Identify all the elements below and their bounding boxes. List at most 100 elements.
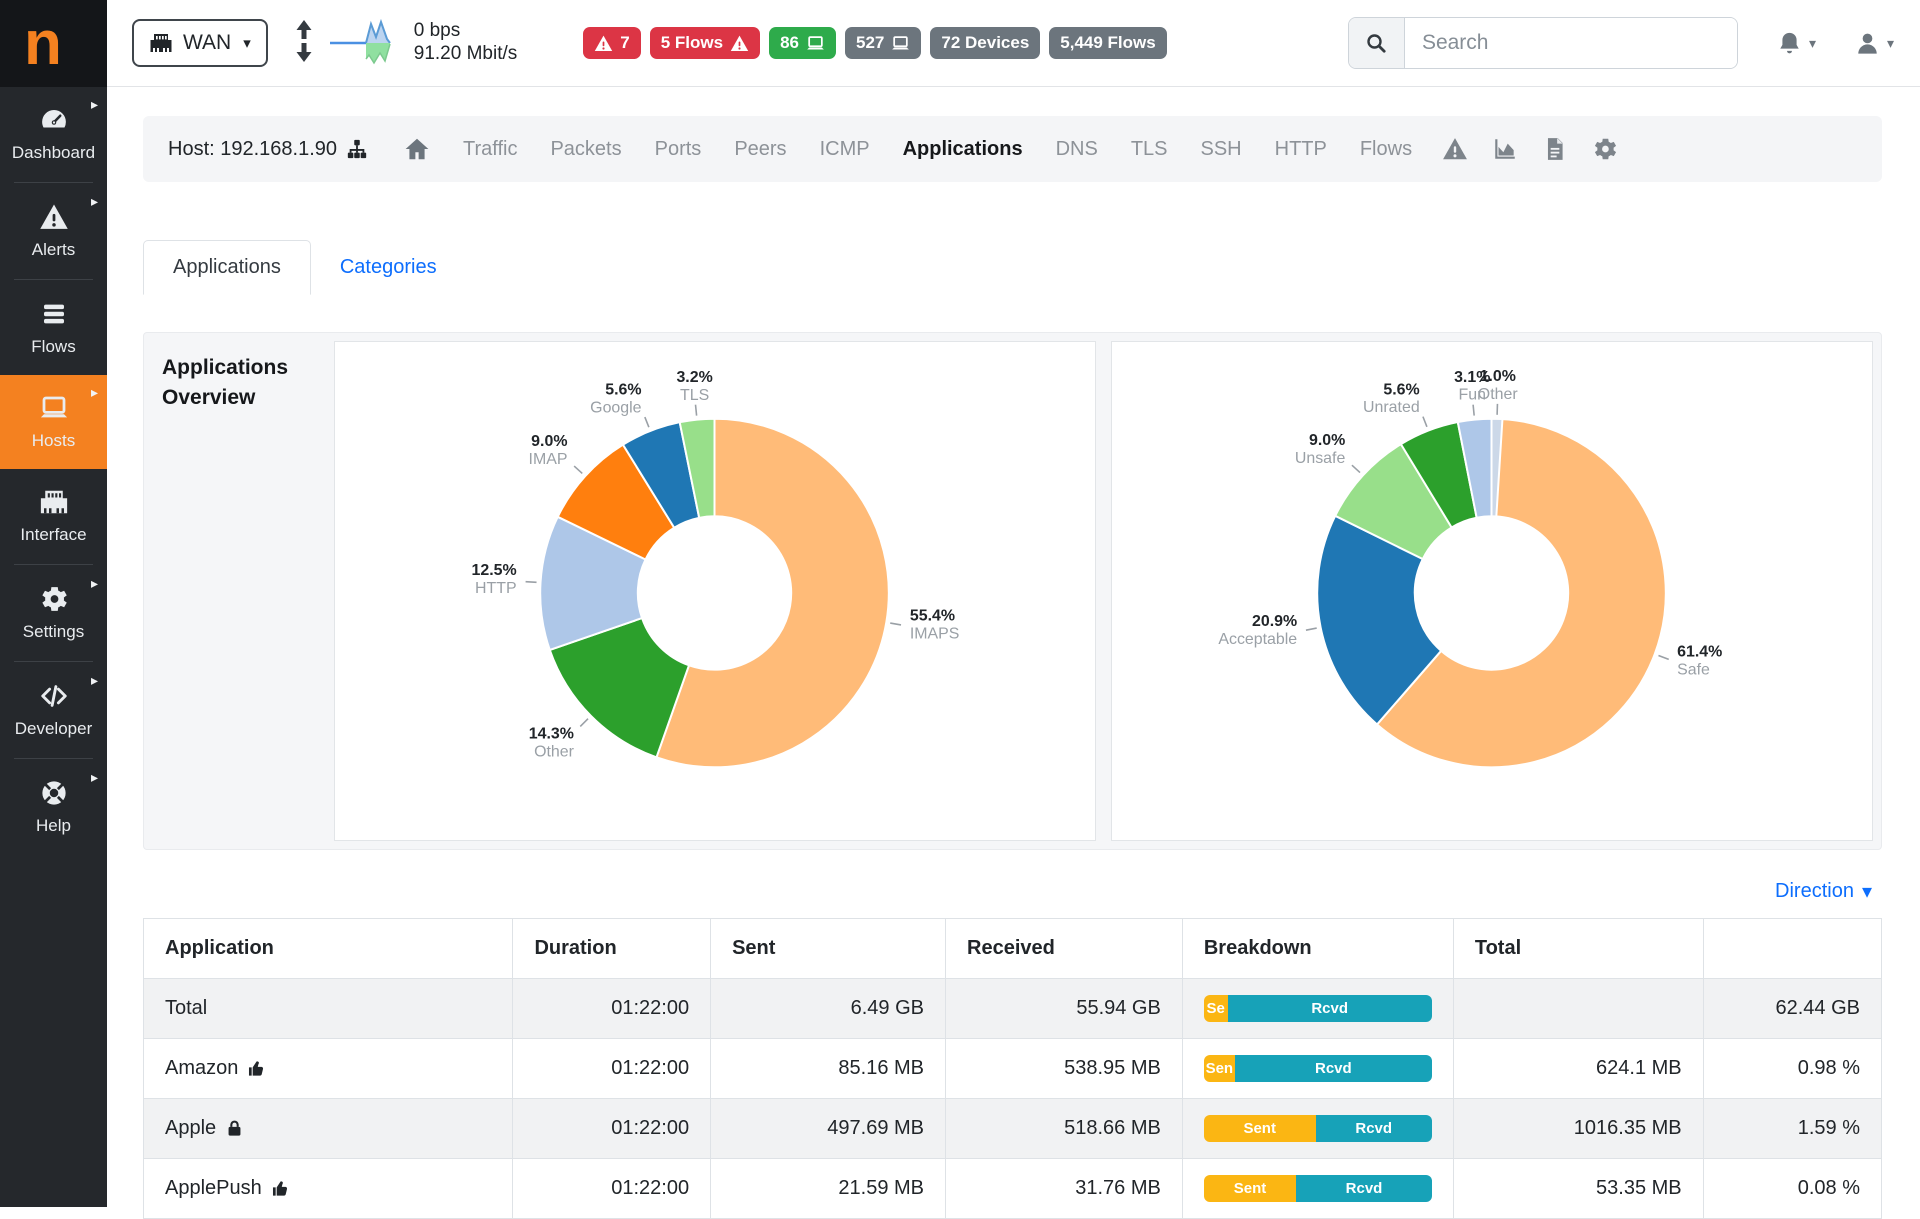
sidebar-item-developer[interactable]: ▸ Developer xyxy=(0,663,107,757)
column-header-sent: Sent xyxy=(711,919,946,979)
label-tick xyxy=(890,623,901,625)
area-chart-icon[interactable] xyxy=(1492,136,1518,162)
applications-donut-chart[interactable]: 55.4%IMAPS14.3%Other12.5%HTTP9.0%IMAP5.6… xyxy=(335,342,1095,840)
tab-applications[interactable]: Applications xyxy=(143,240,311,295)
topbar: WAN ▾ 0 bps 91.20 Mbit/s 75 Flows8652772… xyxy=(107,0,1920,87)
status-badge-527[interactable]: 527 xyxy=(845,27,921,59)
sidebar-divider xyxy=(14,279,93,280)
table-row-applepush: ApplePush01:22:0021.59 MB31.76 MBSentRcv… xyxy=(144,1159,1882,1219)
direction-dropdown[interactable]: Direction ▾ xyxy=(107,879,1872,904)
breakdown-cell: SentRcvd xyxy=(1182,1099,1453,1159)
sidebar-item-label: Developer xyxy=(15,719,93,739)
duration-cell: 01:22:00 xyxy=(513,1159,711,1219)
alerts-icon xyxy=(39,202,69,232)
slice-label: Unsafe xyxy=(1295,450,1346,467)
monitor-icon xyxy=(891,34,910,53)
tab-categories[interactable]: Categories xyxy=(311,241,466,294)
document-icon[interactable] xyxy=(1542,136,1568,162)
search-icon[interactable] xyxy=(1349,18,1405,68)
slice-label: TLS xyxy=(680,387,709,404)
sent-cell: 497.69 MB xyxy=(711,1099,946,1159)
total-cell: 53.35 MB xyxy=(1453,1159,1703,1219)
rcvd-bar: Rcvd xyxy=(1316,1115,1432,1142)
sidebar-divider xyxy=(14,182,93,183)
main-content: Host: 192.168.1.90 Traffic Packets Ports Pe… xyxy=(107,116,1920,1219)
status-badge-86[interactable]: 86 xyxy=(769,27,836,59)
badge-label: 5,449 Flows xyxy=(1060,33,1155,53)
table-row-amazon: Amazon01:22:0085.16 MB538.95 MBSenRcvd62… xyxy=(144,1039,1882,1099)
expand-caret-icon: ▸ xyxy=(91,575,98,592)
search-box xyxy=(1348,17,1738,69)
label-tick xyxy=(1352,465,1360,472)
interface-icon xyxy=(39,487,69,517)
ntopng-logo[interactable]: n xyxy=(0,0,107,87)
host-nav-link-dns[interactable]: DNS xyxy=(1056,138,1098,161)
gear-icon[interactable] xyxy=(1592,136,1618,162)
notifications-menu[interactable]: ▾ xyxy=(1776,30,1816,57)
host-nav-link-ports[interactable]: Ports xyxy=(655,138,702,161)
host-nav-link-traffic[interactable]: Traffic xyxy=(463,138,517,161)
sidebar-divider xyxy=(14,661,93,662)
status-badge-72-devices[interactable]: 72 Devices xyxy=(930,27,1040,59)
status-badge-5-449-flows[interactable]: 5,449 Flows xyxy=(1049,27,1166,59)
host-nav-link-applications[interactable]: Applications xyxy=(903,138,1023,161)
direction-label: Direction xyxy=(1775,880,1854,903)
status-badge-5-flows[interactable]: 5 Flows xyxy=(650,27,760,59)
slice-label: Unrated xyxy=(1363,399,1420,416)
badge-label: 86 xyxy=(780,33,799,53)
user-menu[interactable]: ▾ xyxy=(1854,30,1894,57)
host-nav-link-http[interactable]: HTTP xyxy=(1275,138,1327,161)
slice-label: Other xyxy=(1478,386,1519,403)
overview-card: Applications Overview 55.4%IMAPS14.3%Oth… xyxy=(143,332,1882,850)
sidebar-item-interface[interactable]: Interface xyxy=(0,469,107,563)
sidebar-item-alerts[interactable]: ▸Alerts xyxy=(0,184,107,278)
application-name[interactable]: Total xyxy=(165,997,207,1020)
sidebar-item-settings[interactable]: ▸Settings xyxy=(0,566,107,660)
host-address: Host: 192.168.1.90 xyxy=(168,138,337,161)
application-name[interactable]: Amazon xyxy=(165,1057,266,1080)
host-nav-link-flows[interactable]: Flows xyxy=(1360,138,1412,161)
slice-label: 20.9% xyxy=(1252,613,1297,630)
host-nav-link-ssh[interactable]: SSH xyxy=(1201,138,1242,161)
slice-label: 5.6% xyxy=(1383,381,1419,398)
status-badge-7[interactable]: 7 xyxy=(583,27,640,59)
categories-chart-panel: 61.4%Safe20.9%Acceptable9.0%Unsafe5.6%Un… xyxy=(1111,341,1873,841)
sidebar-item-help[interactable]: ▸Help xyxy=(0,760,107,854)
host-nav-link-packets[interactable]: Packets xyxy=(550,138,621,161)
total-cell: 1016.35 MB xyxy=(1453,1099,1703,1159)
sidebar-item-hosts[interactable]: ▸Hosts xyxy=(0,375,107,469)
application-name[interactable]: Apple xyxy=(165,1117,244,1140)
host-nav-link-tls[interactable]: TLS xyxy=(1131,138,1168,161)
sitemap-icon[interactable] xyxy=(346,138,368,160)
breakdown-bar: SentRcvd xyxy=(1204,1115,1432,1142)
search-input[interactable] xyxy=(1405,18,1737,68)
slice-label: Other xyxy=(534,744,575,761)
host-nav-link-icmp[interactable]: ICMP xyxy=(820,138,870,161)
application-name[interactable]: ApplePush xyxy=(165,1177,290,1200)
sidebar: n ▸Dashboard▸AlertsFlows▸HostsInterface▸… xyxy=(0,0,107,1207)
alert-triangle-icon[interactable] xyxy=(1442,136,1468,162)
received-cell: 31.76 MB xyxy=(946,1159,1183,1219)
sidebar-item-flows[interactable]: Flows xyxy=(0,281,107,375)
monitor-icon xyxy=(806,34,825,53)
total-cell xyxy=(1453,979,1703,1039)
label-tick xyxy=(1423,417,1427,427)
column-header-total: Total xyxy=(1453,919,1703,979)
badge-label: 7 xyxy=(620,33,629,53)
host-nav-link-peers[interactable]: Peers xyxy=(734,138,786,161)
home-icon[interactable] xyxy=(404,136,430,162)
sidebar-item-dashboard[interactable]: ▸Dashboard xyxy=(0,87,107,181)
breakdown-bar: SenRcvd xyxy=(1204,1055,1432,1082)
categories-donut-chart[interactable]: 61.4%Safe20.9%Acceptable9.0%Unsafe5.6%Un… xyxy=(1112,342,1872,840)
slice-label: Acceptable xyxy=(1218,631,1297,648)
interface-selector-button[interactable]: WAN ▾ xyxy=(132,19,268,67)
expand-caret-icon: ▸ xyxy=(91,672,98,689)
sent-bar: Sen xyxy=(1204,1055,1235,1082)
breakdown-cell: SentRcvd xyxy=(1182,1159,1453,1219)
host-title: Host: 192.168.1.90 xyxy=(168,138,368,161)
throughput-sparkline xyxy=(330,17,404,69)
percent-cell: 0.98 % xyxy=(1703,1039,1881,1099)
column-header-duration: Duration xyxy=(513,919,711,979)
column-header-received: Received xyxy=(946,919,1183,979)
tab-bar: Applications Categories xyxy=(143,240,1920,295)
